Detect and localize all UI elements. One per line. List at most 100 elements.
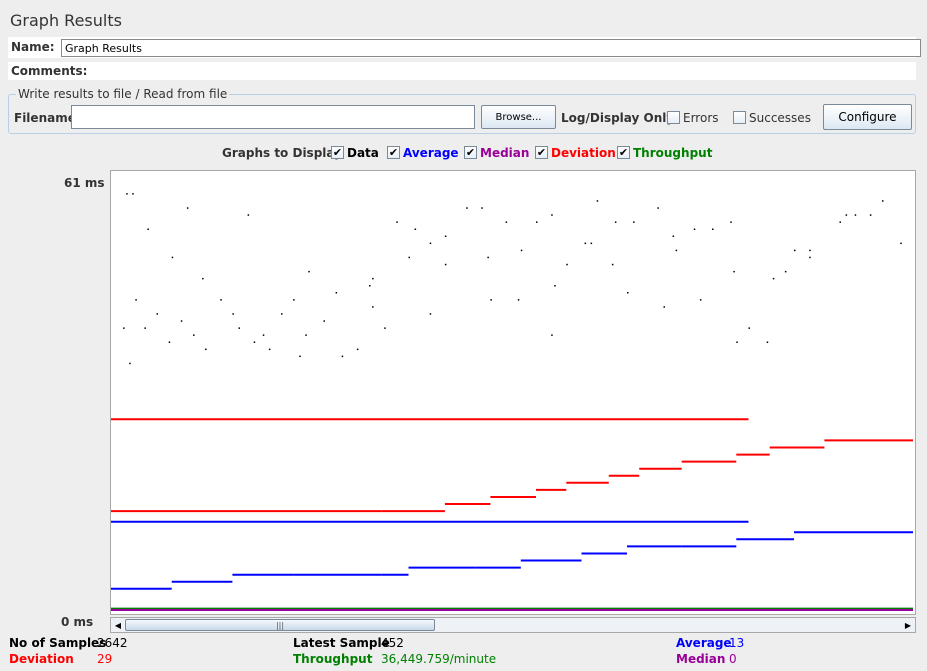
data-point bbox=[584, 242, 587, 245]
name-label: Name: bbox=[11, 40, 55, 54]
name-input[interactable] bbox=[61, 39, 921, 57]
data-point bbox=[809, 249, 811, 252]
data-point bbox=[536, 221, 538, 223]
results-chart bbox=[111, 193, 913, 611]
data-point bbox=[341, 355, 344, 358]
data-point bbox=[869, 214, 872, 216]
data-point bbox=[748, 327, 750, 329]
throughput-stat-value: 36,449.759/minute bbox=[381, 652, 497, 666]
data-point bbox=[238, 327, 240, 329]
data-point bbox=[772, 277, 775, 280]
data-point bbox=[308, 270, 310, 273]
data-point bbox=[854, 214, 857, 216]
data-point bbox=[675, 249, 678, 252]
deviation-option-label: Deviation bbox=[551, 146, 616, 160]
data-point bbox=[281, 313, 283, 315]
data-point bbox=[693, 228, 696, 230]
latest-sample-value: 452 bbox=[381, 636, 404, 650]
median-stat-value: 0 bbox=[729, 652, 737, 666]
file-section-legend: Write results to file / Read from file bbox=[16, 87, 230, 101]
browse-button[interactable]: Browse... bbox=[481, 105, 556, 129]
comments-row[interactable]: Comments: bbox=[8, 62, 916, 80]
data-point bbox=[414, 228, 417, 230]
data-point bbox=[590, 242, 593, 245]
data-point bbox=[126, 193, 128, 195]
successes-checkbox[interactable] bbox=[733, 111, 746, 124]
data-point bbox=[156, 313, 158, 315]
data-point bbox=[809, 256, 811, 259]
throughput-checkbox[interactable]: ✔ bbox=[617, 146, 630, 159]
data-point bbox=[232, 313, 234, 315]
data-point bbox=[205, 348, 207, 351]
data-point bbox=[132, 193, 134, 195]
data-point bbox=[262, 334, 265, 336]
data-point bbox=[657, 207, 659, 209]
data-point bbox=[144, 327, 146, 329]
scrollbar-thumb[interactable]: ||| bbox=[125, 619, 435, 631]
errors-checkbox[interactable] bbox=[667, 111, 680, 124]
data-point bbox=[444, 263, 447, 266]
data-point bbox=[369, 285, 371, 287]
samples-label: No of Samples bbox=[9, 636, 107, 650]
data-point bbox=[611, 263, 614, 266]
data-point bbox=[551, 214, 553, 216]
filename-label: Filename bbox=[14, 111, 76, 125]
data-point bbox=[784, 270, 787, 273]
median-option-label: Median bbox=[480, 146, 530, 160]
data-point bbox=[517, 299, 520, 301]
throughput-stat-label: Throughput bbox=[293, 652, 373, 666]
data-point bbox=[444, 235, 447, 237]
median-stat-label: Median bbox=[676, 652, 726, 666]
data-point bbox=[305, 334, 307, 336]
data-point bbox=[699, 299, 702, 301]
filename-input[interactable] bbox=[71, 105, 475, 129]
data-point bbox=[566, 263, 568, 266]
data-point bbox=[193, 334, 195, 336]
average-stat-value: 13 bbox=[729, 636, 745, 650]
data-point bbox=[135, 299, 137, 301]
data-point bbox=[323, 320, 325, 322]
data-point bbox=[551, 334, 553, 336]
data-point bbox=[481, 207, 483, 209]
data-point bbox=[554, 285, 556, 287]
errors-label: Errors bbox=[683, 111, 719, 125]
data-point bbox=[672, 235, 675, 237]
deviation-checkbox[interactable]: ✔ bbox=[535, 146, 548, 159]
data-point bbox=[202, 277, 204, 280]
window-title: Graph Results bbox=[10, 11, 122, 30]
data-point bbox=[505, 221, 508, 223]
throughput-option-label: Throughput bbox=[633, 146, 713, 160]
configure-button[interactable]: Configure bbox=[823, 104, 912, 130]
data-checkbox[interactable]: ✔ bbox=[331, 146, 344, 159]
data-point bbox=[384, 327, 386, 329]
data-point bbox=[299, 355, 301, 358]
data-point bbox=[408, 256, 410, 259]
data-point bbox=[186, 207, 189, 209]
data-point bbox=[633, 221, 635, 223]
data-point bbox=[520, 249, 523, 252]
data-point bbox=[220, 299, 222, 301]
data-point bbox=[356, 348, 359, 351]
scroll-left-icon[interactable]: ◀ bbox=[111, 618, 125, 632]
data-point bbox=[845, 214, 848, 216]
horizontal-scrollbar[interactable]: ◀ ||| ▶ bbox=[110, 617, 916, 633]
data-point bbox=[794, 249, 796, 252]
data-point bbox=[268, 348, 271, 351]
data-point bbox=[736, 341, 738, 343]
data-point bbox=[882, 200, 884, 202]
successes-label: Successes bbox=[749, 111, 811, 125]
average-checkbox[interactable]: ✔ bbox=[387, 146, 400, 159]
data-point bbox=[372, 306, 374, 308]
data-point bbox=[730, 221, 732, 223]
data-point bbox=[466, 207, 468, 209]
data-point bbox=[663, 306, 665, 308]
deviation-stat-label: Deviation bbox=[9, 652, 74, 666]
graph-area bbox=[110, 170, 916, 615]
deviation-stat-value: 29 bbox=[97, 652, 113, 666]
data-point bbox=[180, 320, 183, 322]
graphs-to-display-label: Graphs to Display bbox=[222, 146, 342, 160]
scroll-right-icon[interactable]: ▶ bbox=[901, 618, 915, 632]
median-checkbox[interactable]: ✔ bbox=[464, 146, 477, 159]
data-point bbox=[293, 299, 295, 301]
data-point bbox=[171, 256, 174, 259]
